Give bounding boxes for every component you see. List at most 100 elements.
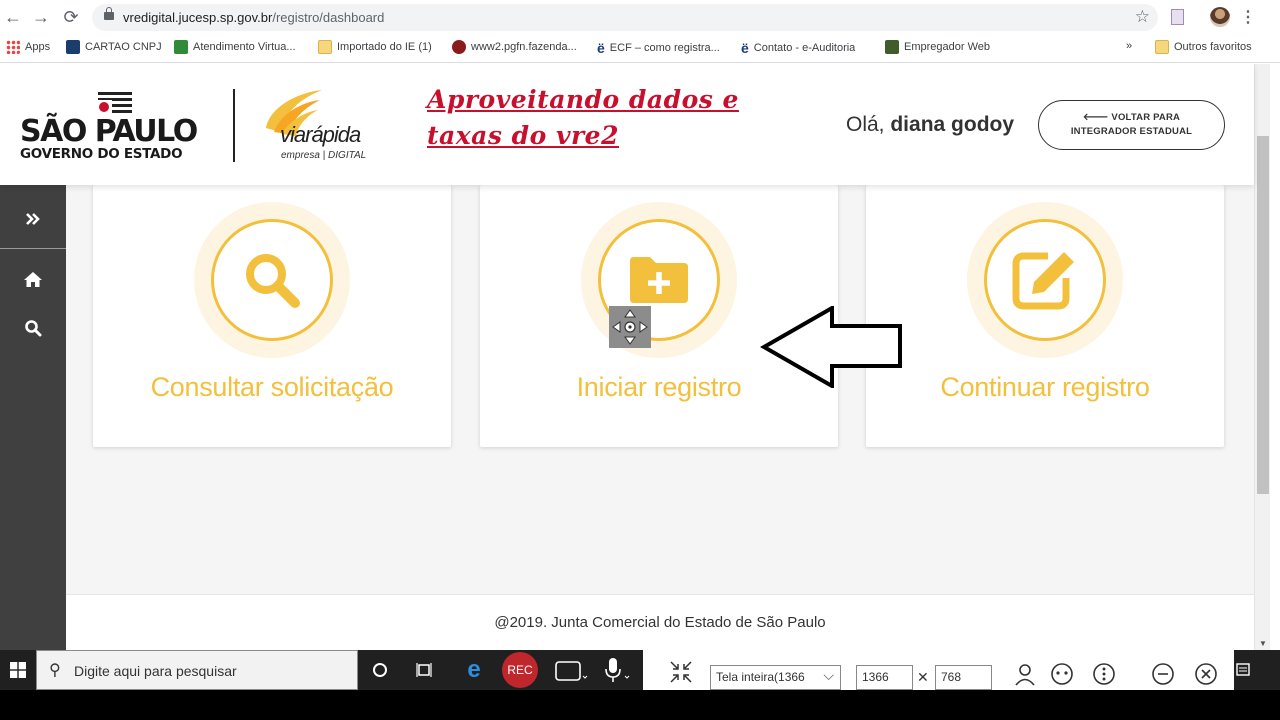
sidebar-divider xyxy=(0,248,66,249)
card-continuar-registro[interactable]: Continuar registro xyxy=(866,185,1224,447)
minimize-circle-icon[interactable] xyxy=(1151,662,1175,691)
search-icon: ⚲ xyxy=(49,662,61,679)
notification-icon[interactable] xyxy=(1236,650,1250,690)
e-icon: ë xyxy=(741,40,749,56)
empregador-icon xyxy=(885,40,899,54)
user-name: diana godoy xyxy=(890,113,1015,136)
via-rapida-subtitle: empresa | DIGITAL xyxy=(281,150,367,161)
windows-start-button[interactable] xyxy=(0,650,36,690)
brazil-flag-icon xyxy=(174,40,188,54)
card-label: Continuar registro xyxy=(940,372,1150,402)
height-value: 768 xyxy=(941,670,962,684)
capture-width-input[interactable]: 1366 xyxy=(856,665,913,690)
sidebar-home-button[interactable] xyxy=(0,259,66,299)
card-consultar-solicitacao[interactable]: Consultar solicitação xyxy=(93,185,451,447)
annotate-dots-icon[interactable] xyxy=(1050,662,1074,691)
sp-logo-subtitle: GOVERNO DO ESTADO xyxy=(20,146,183,162)
fazenda-icon xyxy=(452,40,466,54)
card-icon-ring xyxy=(984,219,1106,341)
back-button-line: INTEGRADOR ESTADUAL xyxy=(1070,126,1193,137)
taskbar-search-input[interactable]: ⚲ Digite aqui para pesquisar xyxy=(36,650,358,690)
logo-divider xyxy=(233,89,235,162)
left-pointing-arrow-annotation xyxy=(760,306,902,388)
folder-icon xyxy=(1155,40,1169,54)
more-options-icon[interactable] xyxy=(1092,662,1116,691)
cnpj-icon xyxy=(66,40,80,54)
promo-line: Aproveitando dados e xyxy=(427,85,739,114)
windows-taskbar: ⚲ Digite aqui para pesquisar e REC Tela … xyxy=(0,650,1280,690)
home-icon xyxy=(24,271,42,287)
cortana-circle-icon[interactable] xyxy=(368,650,392,690)
chevron-down-icon: ⌵ xyxy=(823,667,834,683)
microphone-icon[interactable] xyxy=(600,650,634,690)
rec-button[interactable]: REC xyxy=(500,650,540,690)
greeting-prefix: Olá, xyxy=(846,113,885,136)
sp-logo-title: SÃO PAULO xyxy=(20,114,198,149)
bookmark-label: ECF – como registra... xyxy=(609,42,720,54)
lock-icon xyxy=(104,7,114,20)
bookmark-label: www2.pgfn.fazenda... xyxy=(471,41,577,53)
bookmark-label: Apps xyxy=(25,41,51,53)
task-view-icon[interactable] xyxy=(413,650,437,690)
webcam-person-icon[interactable] xyxy=(1013,662,1037,691)
extension-icon[interactable] xyxy=(1171,9,1184,25)
bookmark-importado-ie[interactable]: Importado do IE (1) xyxy=(318,40,432,54)
card-icon-ring xyxy=(211,219,333,341)
back-arrow-icon[interactable]: ← xyxy=(2,6,24,28)
bookmark-cartao-cnpj[interactable]: CARTAO CNPJ xyxy=(66,40,162,54)
via-rapida-title: viarápida xyxy=(280,122,361,147)
windows-logo-icon xyxy=(10,662,26,678)
page-viewport: SÃO PAULO GOVERNO DO ESTADO viarápida em… xyxy=(0,64,1270,650)
bookmark-apps[interactable]: Apps xyxy=(6,40,50,54)
forward-arrow-icon[interactable]: → xyxy=(30,6,52,28)
bookmark-ecf[interactable]: ë ECF – como registra... xyxy=(597,40,720,56)
user-greeting: Olá, diana godoy xyxy=(846,113,1014,137)
bookmark-empregador-web[interactable]: Empregador Web xyxy=(885,40,990,54)
bookmark-label: Atendimento Virtua... xyxy=(193,41,296,53)
search-icon xyxy=(25,320,42,337)
reload-icon[interactable]: ⟳ xyxy=(60,6,82,28)
url-text: vredigital.jucesp.sp.gov.br/registro/das… xyxy=(123,10,385,25)
scroll-down-arrow-icon[interactable]: ▼ xyxy=(1259,639,1267,648)
edit-icon xyxy=(1012,252,1074,310)
close-circle-icon[interactable] xyxy=(1194,662,1218,691)
search-icon xyxy=(246,254,300,308)
scrollbar-thumb[interactable] xyxy=(1257,136,1269,494)
page-footer: @2019. Junta Comercial do Estado de São … xyxy=(66,594,1254,650)
capture-height-input[interactable]: 768 xyxy=(935,665,992,690)
video-promo-caption: Aproveitando dados e taxas do vre2 xyxy=(427,82,739,154)
screen-capture-icon[interactable] xyxy=(553,650,589,690)
bookmark-label: Contato - e-Auditoria xyxy=(753,42,856,54)
site-header: SÃO PAULO GOVERNO DO ESTADO viarápida em… xyxy=(0,64,1254,185)
capture-mode-select[interactable]: Tela inteira(1366 ⌵ xyxy=(710,665,841,690)
bookmark-pgfn[interactable]: www2.pgfn.fazenda... xyxy=(452,40,577,54)
card-label: Consultar solicitação xyxy=(150,372,394,402)
menu-kebab-icon[interactable]: ⋮ xyxy=(1240,7,1256,27)
recording-toolbar: Tela inteira(1366 ⌵ 1366 ✕ 768 xyxy=(643,650,1234,690)
profile-avatar[interactable] xyxy=(1210,7,1230,27)
promo-line: taxas do vre2 xyxy=(427,121,619,150)
overflow-chevron: » xyxy=(1126,40,1133,52)
sidebar-expand-button[interactable] xyxy=(0,199,66,239)
back-to-integrator-button[interactable]: 🡐 VOLTAR PARA INTEGRADOR ESTADUAL xyxy=(1038,100,1225,150)
bookmarks-overflow-icon[interactable]: » xyxy=(1126,40,1132,52)
letterbox-bar xyxy=(0,690,1280,720)
edge-browser-icon[interactable]: e xyxy=(460,650,488,690)
sidebar-search-button[interactable] xyxy=(0,308,66,348)
bookmark-atendimento[interactable]: Atendimento Virtua... xyxy=(174,40,296,54)
shrink-arrows-icon[interactable] xyxy=(669,660,693,689)
bookmark-label: CARTAO CNPJ xyxy=(85,41,162,53)
bookmark-e-auditoria[interactable]: ë Contato - e-Auditoria xyxy=(741,40,855,56)
bookmark-outros-favoritos[interactable]: Outros favoritos xyxy=(1155,40,1252,54)
move-cursor-icon xyxy=(609,306,651,348)
page-scrollbar[interactable]: ▼ xyxy=(1254,64,1270,650)
capture-mode-value: Tela inteira(1366 xyxy=(716,670,805,684)
double-chevron-right-icon xyxy=(26,213,40,225)
e-icon: ë xyxy=(597,40,605,56)
address-bar[interactable]: vredigital.jucesp.sp.gov.br/registro/das… xyxy=(92,4,1158,31)
bookmark-label: Importado do IE (1) xyxy=(337,41,432,53)
back-button-line: 🡐 VOLTAR PARA xyxy=(1082,112,1181,123)
bookmark-star-icon[interactable]: ☆ xyxy=(1135,7,1150,27)
apps-grid-icon xyxy=(6,40,20,54)
folder-icon xyxy=(318,40,332,54)
